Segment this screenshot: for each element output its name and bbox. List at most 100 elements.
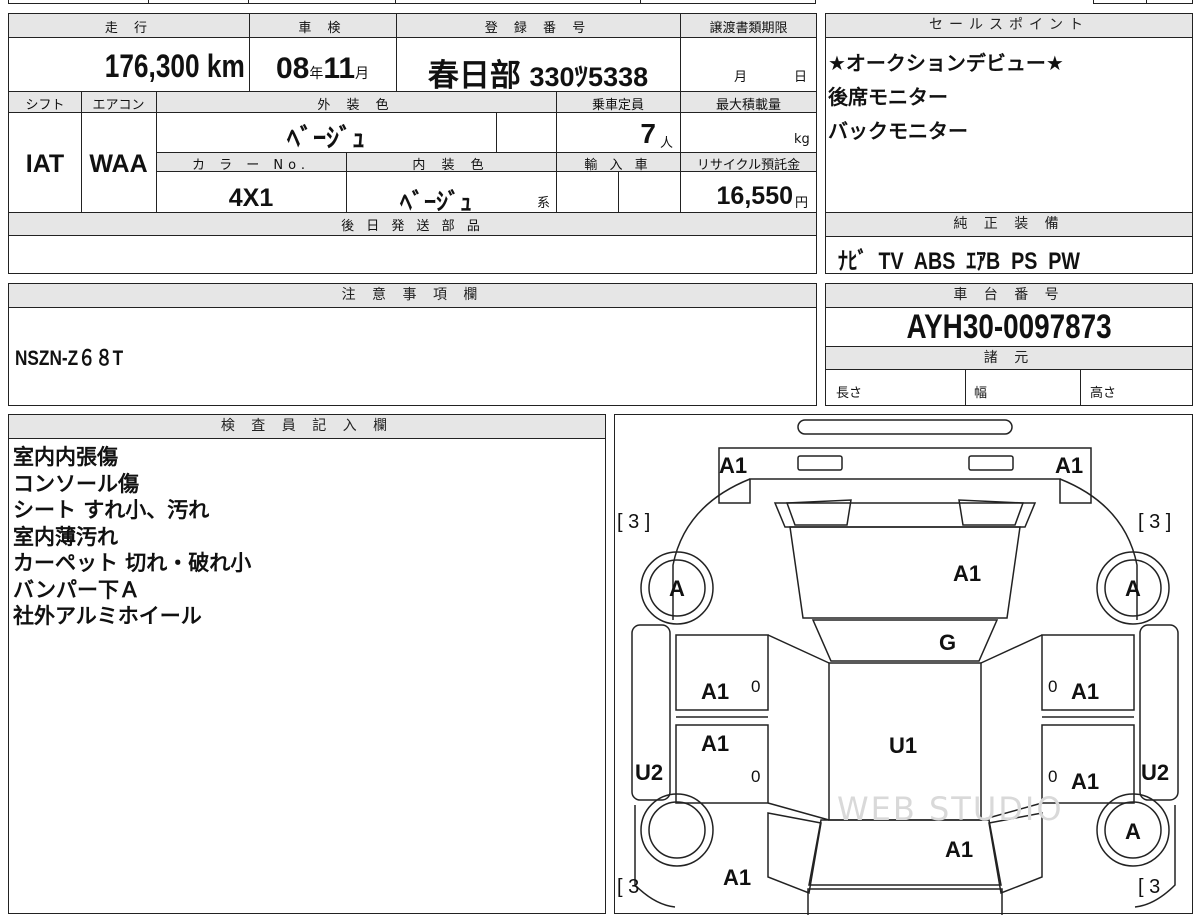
aircon-value: WAA <box>89 150 148 178</box>
chassis-value: AYH30-0097873 <box>906 308 1112 346</box>
plate-region: 春日部 <box>427 58 521 93</box>
inspector-line: 室内薄汚れ <box>13 524 118 549</box>
interior-suffix: 系 <box>537 196 551 211</box>
height-label: 高さ <box>1090 386 1117 401</box>
top-cutoff-divider <box>248 0 249 4</box>
recycle-label: リサイクル預託金 <box>696 158 801 173</box>
max-load-label: 最大積載量 <box>715 98 781 113</box>
mark-door-r1: 0 <box>1048 677 1058 696</box>
mark-rear-center: A1 <box>945 837 974 862</box>
front-bumper-shape <box>797 419 1013 435</box>
sales-point-line: ★オークションデビュー★ <box>828 51 1064 75</box>
front-panel-shape <box>718 447 1092 504</box>
vehicle-info-table: 走 行 車 検 登 録 番 号 譲渡書類期限 176,300 km 08年11月… <box>8 13 817 274</box>
top-cutoff-right <box>1093 0 1193 4</box>
aircon-label: エアコン <box>92 98 145 113</box>
mark-tire-fr: [ 3 ] <box>1138 511 1172 533</box>
mark-front-right: A1 <box>1055 453 1084 478</box>
notes-value: NSZN-Z６８T <box>15 347 124 370</box>
exterior-color-label: 外 装 色 <box>317 98 395 113</box>
inspector-box: 検 査 員 記 入 欄 室内内張傷 コンソール傷 シート すれ小、汚れ 室内薄汚… <box>8 414 606 914</box>
notes-label: 注 意 事 項 欄 <box>9 284 816 308</box>
divider <box>618 172 619 212</box>
mileage-value: 176,300 km <box>104 48 245 84</box>
watermark: WEB STUDIO <box>837 790 1064 828</box>
width-label: 幅 <box>974 386 988 401</box>
sales-point-line: バックモニター <box>828 119 968 143</box>
specs-label: 諸 元 <box>826 346 1192 370</box>
top-cutoff-divider <box>395 0 396 4</box>
month-unit: 月 <box>355 65 370 81</box>
hood-shape <box>789 526 1021 619</box>
mark-tire-rr: [ 3 <box>1138 876 1161 898</box>
registration-label: 登 録 番 号 <box>484 21 592 36</box>
equipment-box: 純 正 装 備 ﾅﾋﾞ TV ABS ｴｱB PS PW <box>825 212 1193 275</box>
mark-rear-door-right: A1 <box>1071 769 1100 794</box>
mark-rear-left: A1 <box>723 865 752 890</box>
transfer-month-unit: 月 <box>734 70 748 85</box>
inspector-line: 室内内張傷 <box>13 445 118 469</box>
mark-front-door-right: A1 <box>1071 679 1100 704</box>
headlight-left-shape <box>797 455 843 471</box>
top-cutoff-strip <box>8 0 816 4</box>
mark-wheel-fr: A <box>1125 576 1141 601</box>
notes-box: 注 意 事 項 欄 NSZN-Z６８T <box>8 283 817 406</box>
mark-door-r2: 0 <box>1048 767 1058 786</box>
sales-points-box: セールスポイント ★オークションデビュー★ 後席モニター バックモニター <box>825 13 1193 213</box>
wheel-rear-left-inner <box>648 801 706 859</box>
sales-point-line: 後席モニター <box>828 85 948 109</box>
body-outline-shape <box>672 478 1138 620</box>
rear-bumper-shape <box>807 888 1003 915</box>
transfer-deadline-label: 譲渡書類期限 <box>709 21 788 36</box>
later-parts-label: 後 日 発 送 部 品 <box>341 219 484 234</box>
rear-quarter-left-shape <box>767 812 822 895</box>
equipment-label: 純 正 装 備 <box>826 213 1192 237</box>
interior-color-label: 内 装 色 <box>412 158 490 173</box>
divider <box>496 113 497 152</box>
divider <box>680 14 681 212</box>
rear-body-left-shape <box>634 805 676 908</box>
import-label: 輸 入 車 <box>584 158 652 173</box>
top-cutoff-divider <box>1146 0 1147 4</box>
sales-points-label: セールスポイント <box>826 14 1192 38</box>
chassis-box: 車 台 番 号 AYH30-0097873 諸 元 長さ 幅 高さ <box>825 283 1193 406</box>
capacity-value: 7 <box>640 118 656 149</box>
color-no-label: カ ラ ー No. <box>192 158 310 173</box>
equipment-value: ﾅﾋﾞ TV ABS ｴｱB PS PW <box>838 248 1081 275</box>
cowl-shape <box>773 502 1037 528</box>
recycle-value: 16,550 <box>716 182 793 210</box>
car-diagram-box: WEB STUDIO A1 A1 [ 3 ] [ 3 ] A A A1 G A1… <box>614 414 1193 915</box>
year-unit: 年 <box>309 65 324 81</box>
capacity-label: 乗車定員 <box>591 98 644 113</box>
inspection-year: 08 <box>275 52 310 85</box>
load-unit: kg <box>794 132 810 147</box>
inspection-label: 車 検 <box>298 21 347 36</box>
mark-rear-door-left: A1 <box>701 731 730 756</box>
inspector-line: 社外アルミホイール <box>13 604 202 628</box>
divider <box>81 91 82 212</box>
mark-hood: A1 <box>953 561 982 586</box>
windshield-shape <box>811 619 999 662</box>
chassis-label: 車 台 番 号 <box>826 284 1192 308</box>
mark-wheel-rr: A <box>1125 819 1141 844</box>
plate-value: 春日部 330ﾂ5338 <box>396 50 680 95</box>
car-diagram: WEB STUDIO <box>631 419 1179 915</box>
inspector-list: 室内内張傷 コンソール傷 シート すれ小、汚れ 室内薄汚れ カーペット 切れ・破… <box>13 444 251 630</box>
exterior-color-value: ﾍﾞｰｼﾞｭ <box>286 123 365 153</box>
length-label: 長さ <box>836 386 863 401</box>
mark-side-right: U2 <box>1141 760 1170 785</box>
inspection-month: 11 <box>323 52 356 85</box>
mark-roof: U1 <box>889 733 918 758</box>
inspection-value: 08年11月 <box>249 52 396 86</box>
recycle-unit: 円 <box>795 196 809 211</box>
wheel-rear-left-shape <box>640 793 714 867</box>
plate-number: 330ﾂ5338 <box>529 62 649 92</box>
mark-front-left: A1 <box>719 453 748 478</box>
shift-value: IAT <box>25 150 65 178</box>
inspector-line: バンパー下Ａ <box>13 577 141 602</box>
divider <box>346 152 347 212</box>
mark-tire-rl: [ 3 <box>617 876 640 898</box>
transfer-day-unit: 日 <box>794 70 808 85</box>
top-cutoff-divider <box>640 0 641 4</box>
mark-door-l1: 0 <box>751 677 761 696</box>
